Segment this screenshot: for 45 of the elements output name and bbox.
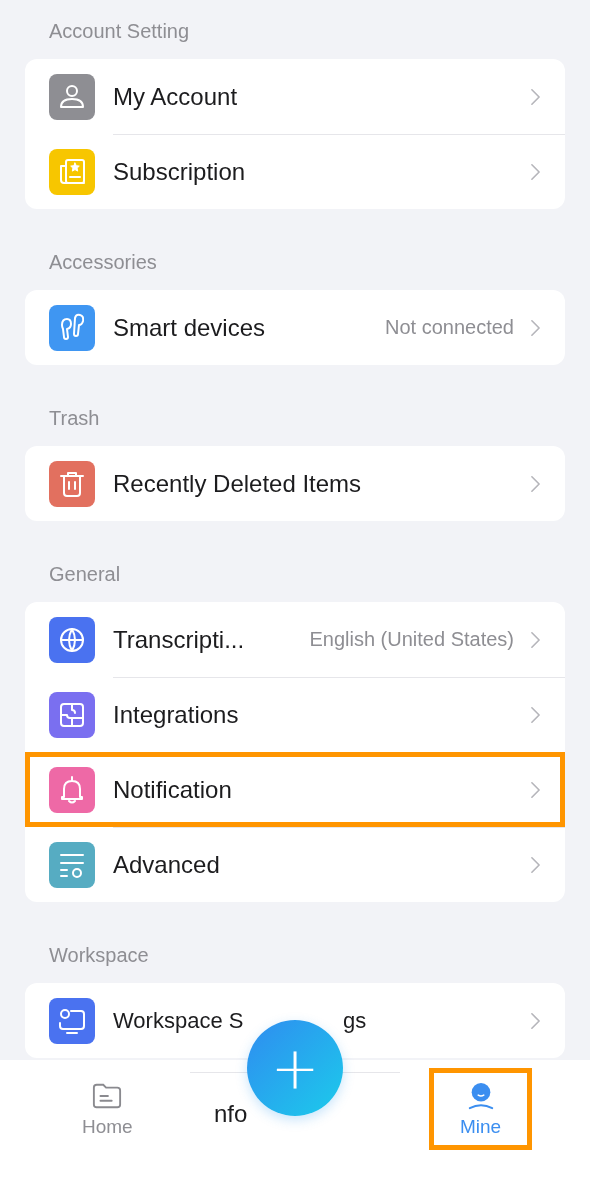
row-label: Workspace S xyxy=(113,1007,245,1034)
row-label: Advanced xyxy=(113,851,221,879)
chevron-icon xyxy=(530,474,541,493)
row-label: My Account xyxy=(113,82,239,111)
row-value: Not connected xyxy=(385,316,514,339)
settings-list-icon xyxy=(49,841,95,888)
earbuds-icon xyxy=(49,304,95,351)
folder-icon xyxy=(92,1082,123,1110)
section-header: Trash xyxy=(48,406,101,431)
row-label: Notification xyxy=(113,776,233,804)
chevron-icon xyxy=(530,781,541,799)
settings-row[interactable]: My Account xyxy=(25,59,565,134)
trash-icon xyxy=(49,460,95,507)
chevron-icon xyxy=(530,1011,541,1030)
chevron-icon xyxy=(530,318,541,337)
chevron-icon xyxy=(530,163,541,181)
tab-label: Mine xyxy=(459,1116,502,1138)
tab-label: nfo xyxy=(214,1100,248,1128)
settings-row[interactable]: Integrations xyxy=(25,677,565,752)
settings-row[interactable]: Recently Deleted Items xyxy=(25,446,565,521)
section-header: Accessories xyxy=(48,250,158,275)
person-icon xyxy=(49,73,95,120)
row-label: Smart devices xyxy=(113,313,267,342)
settings-row[interactable]: Notification xyxy=(25,752,565,827)
row-label: Recently Deleted Items xyxy=(113,469,363,498)
row-label: gs xyxy=(343,1007,368,1034)
row-label: Integrations xyxy=(113,701,240,729)
chevron-icon xyxy=(530,630,541,649)
settings-row[interactable]: Transcripti... English (United States) xyxy=(25,602,565,677)
row-label: Subscription xyxy=(113,158,247,186)
section-header: General xyxy=(48,562,122,587)
settings-row[interactable]: Advanced xyxy=(25,827,565,902)
chevron-icon xyxy=(530,87,541,106)
section-header: Account Setting xyxy=(48,19,191,44)
globe-icon xyxy=(49,616,95,663)
settings-row[interactable]: Subscription xyxy=(25,134,565,209)
bell-icon xyxy=(49,766,95,813)
star-card-icon xyxy=(49,148,95,195)
row-value: English (United States) xyxy=(309,628,514,651)
tab-label: Home xyxy=(82,1116,133,1138)
chevron-icon xyxy=(530,856,541,874)
settings-row[interactable]: Smart devices Not connected xyxy=(25,290,565,365)
chevron-icon xyxy=(530,706,541,724)
row-label: Transcripti... xyxy=(113,625,246,654)
section-header: Workspace xyxy=(48,943,150,968)
